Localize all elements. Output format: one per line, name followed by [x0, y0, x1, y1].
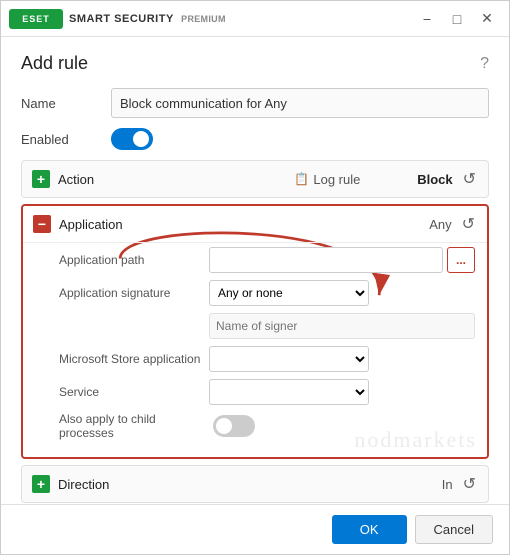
enabled-toggle[interactable]: [111, 128, 153, 150]
direction-reset-button[interactable]: ↺: [461, 474, 478, 494]
log-rule-label: Log rule: [313, 172, 360, 187]
ms-store-select[interactable]: [209, 346, 369, 372]
block-value: Block: [417, 172, 452, 187]
enabled-label: Enabled: [21, 132, 111, 147]
ok-button[interactable]: OK: [332, 515, 407, 544]
ms-store-row: Microsoft Store application: [59, 346, 475, 372]
application-content: Application path ... Application signatu…: [23, 242, 487, 457]
app-signature-row: Application signature Any or none Any No…: [59, 280, 475, 306]
app-browse-button[interactable]: ...: [447, 247, 475, 273]
titlebar: ESET SMART SECURITY PREMIUM ⎯ □ ✕: [1, 1, 509, 37]
enabled-row: Enabled: [21, 128, 489, 150]
application-section: − Application Any ↺ Application: [21, 204, 489, 459]
log-rule-group: 📋 Log rule: [238, 172, 418, 187]
child-toggle-knob: [216, 418, 232, 434]
name-label: Name: [21, 96, 111, 111]
direction-row[interactable]: + Direction In ↺: [21, 465, 489, 503]
child-toggle-track: [213, 415, 255, 437]
app-signature-label: Application signature: [59, 286, 209, 300]
toggle-track: [111, 128, 153, 150]
name-row: Name: [21, 88, 489, 118]
toggle-knob: [133, 131, 149, 147]
dialog-body: Add rule ? Name Enabled + Action 📋: [1, 37, 509, 504]
child-processes-row: Also apply to child processes: [59, 412, 475, 440]
app-path-label: Application path: [59, 253, 209, 267]
action-label: Action: [58, 172, 238, 187]
app-signer-input[interactable]: [209, 313, 475, 339]
app-signature-select[interactable]: Any or none Any None Signed: [209, 280, 369, 306]
application-collapse-icon[interactable]: −: [33, 215, 51, 233]
window-controls: ⎯ □ ✕: [413, 5, 501, 33]
ms-store-label: Microsoft Store application: [59, 352, 209, 366]
application-reset-button[interactable]: ↺: [460, 214, 477, 234]
close-button[interactable]: ✕: [473, 5, 501, 33]
direction-value: In: [442, 477, 453, 492]
action-expand-icon[interactable]: +: [32, 170, 50, 188]
child-processes-label: Also apply to child processes: [59, 412, 209, 440]
dialog-title-row: Add rule ?: [21, 53, 489, 74]
direction-expand-icon[interactable]: +: [32, 475, 50, 493]
service-label: Service: [59, 385, 209, 399]
service-select[interactable]: [209, 379, 369, 405]
premium-badge: PREMIUM: [181, 14, 226, 24]
app-signer-row: [59, 313, 475, 339]
action-row[interactable]: + Action 📋 Log rule Block ↺: [21, 160, 489, 198]
cancel-button[interactable]: Cancel: [415, 515, 493, 544]
help-icon[interactable]: ?: [480, 55, 489, 73]
app-path-input[interactable]: [209, 247, 443, 273]
direction-label: Direction: [58, 477, 442, 492]
app-name: SMART SECURITY PREMIUM: [69, 13, 413, 25]
dialog-footer: OK Cancel: [1, 504, 509, 554]
app-logo: ESET: [9, 9, 63, 29]
service-row: Service: [59, 379, 475, 405]
name-input[interactable]: [111, 88, 489, 118]
minimize-button[interactable]: ⎯: [413, 5, 441, 33]
maximize-button[interactable]: □: [443, 5, 471, 33]
child-processes-toggle[interactable]: [213, 415, 255, 437]
main-window: ESET SMART SECURITY PREMIUM ⎯ □ ✕ Add ru…: [0, 0, 510, 555]
dialog-title: Add rule: [21, 53, 480, 74]
application-value: Any: [429, 217, 451, 232]
log-rule-icon: 📋: [294, 172, 309, 186]
action-reset-button[interactable]: ↺: [461, 169, 478, 189]
application-header[interactable]: − Application Any ↺: [23, 206, 487, 242]
application-label: Application: [59, 217, 429, 232]
app-path-row: Application path ...: [59, 247, 475, 273]
